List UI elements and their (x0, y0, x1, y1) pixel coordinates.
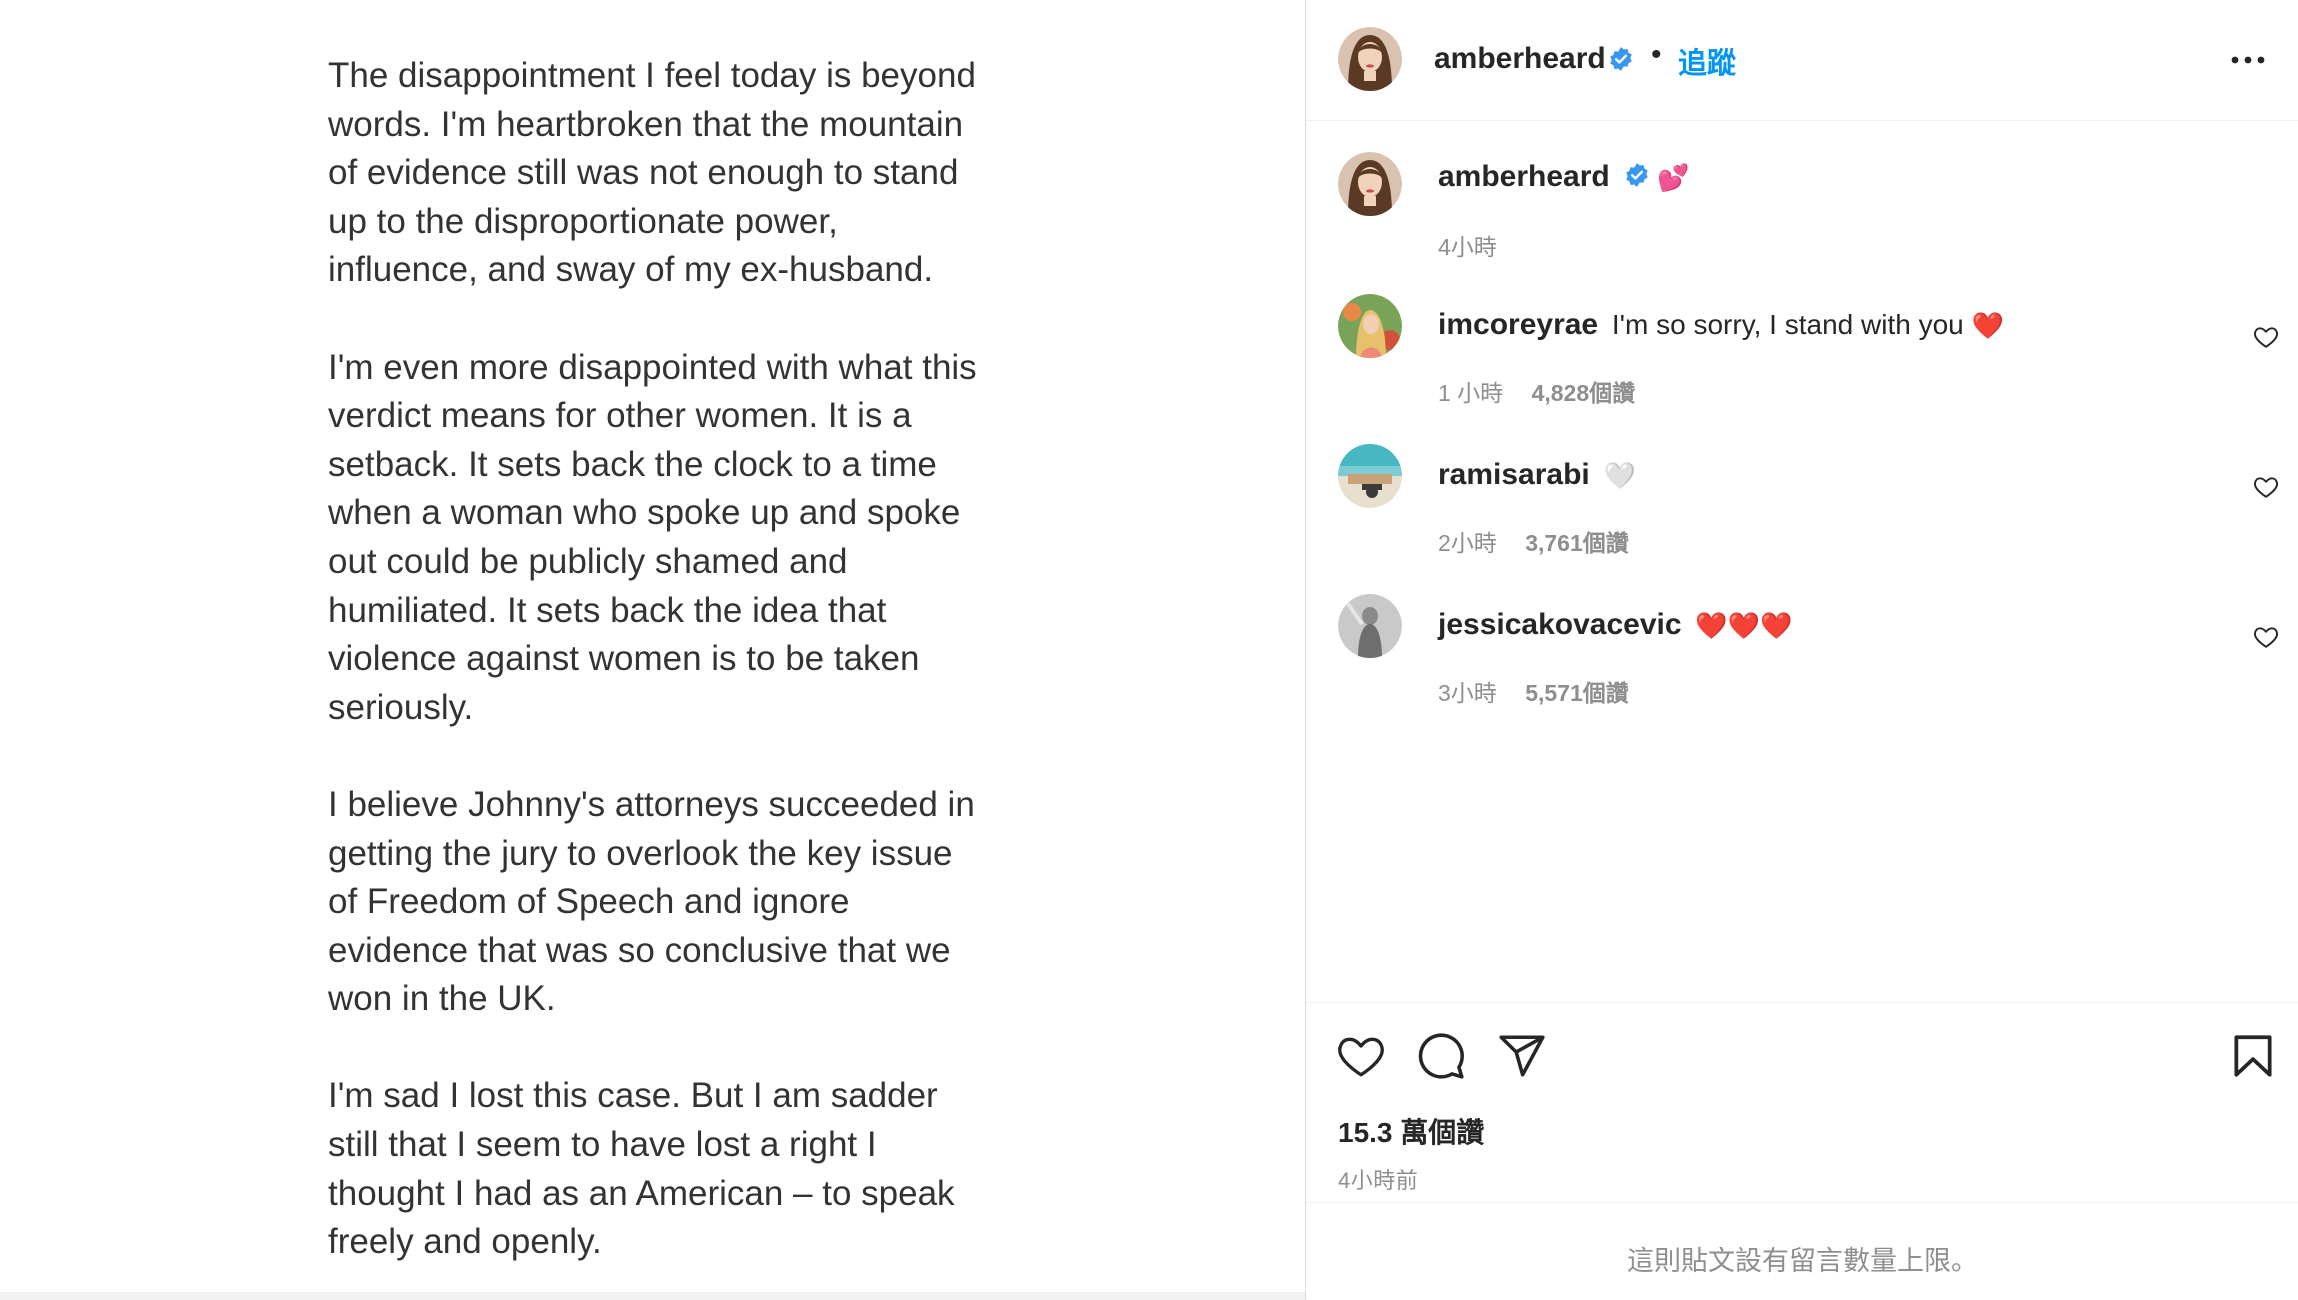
bookmark-icon[interactable] (2228, 1031, 2278, 1081)
comment-username[interactable]: imcoreyrae (1438, 308, 1598, 341)
comment-emoji: 🤍 (1603, 461, 1636, 492)
commenter-avatar[interactable] (1338, 294, 1402, 358)
heart-icon[interactable] (2253, 624, 2279, 650)
commenter-avatar[interactable] (1338, 444, 1402, 508)
comment-username[interactable]: ramisarabi (1438, 458, 1590, 491)
share-icon[interactable] (1497, 1031, 1547, 1081)
heart-icon[interactable] (1336, 1031, 1386, 1081)
comment-meta: 3小時 5,571個讚 (1438, 674, 1629, 708)
action-bar: 15.3 萬個讚 4小時前 (1306, 1002, 2298, 1202)
post-side-panel: amberheard • 追蹤 amberheard 💕 4小時 imcorey… (1305, 0, 2298, 1300)
comment-limit-bar: 這則貼文設有留言數量上限。 (1306, 1202, 2298, 1300)
comment-likes[interactable]: 4,828個讚 (1532, 380, 1636, 406)
comment-text: imcoreyrae I'm so sorry, I stand with yo… (1438, 308, 2004, 342)
verified-badge-icon (1608, 46, 1634, 77)
commenter-avatar[interactable] (1338, 594, 1402, 658)
statement-paragraph-4: I'm sad I lost this case. But I am sadde… (328, 1076, 955, 1262)
comment-likes[interactable]: 3,761個讚 (1525, 530, 1629, 556)
caption-emoji: 💕 (1657, 163, 1690, 194)
post-time[interactable]: 4小時前 (1338, 1163, 1418, 1195)
comment-emoji: ❤️ (1971, 311, 2004, 342)
comment-time[interactable]: 1 小時 (1438, 380, 1503, 406)
comment-item: imcoreyrae I'm so sorry, I stand with yo… (1306, 294, 2298, 406)
post-header: amberheard • 追蹤 (1306, 0, 2298, 121)
comment-body: I'm so sorry, I stand with you (1611, 309, 1964, 340)
comment-time[interactable]: 2小時 (1438, 530, 1497, 556)
statement-text: The disappointment I feel today is beyon… (328, 52, 1028, 1300)
author-avatar[interactable] (1338, 27, 1402, 91)
caption: amberheard 💕 4小時 (1306, 152, 2298, 272)
comment-item: jessicakovacevic ❤️❤️❤️ 3小時 5,571個讚 (1306, 594, 2298, 706)
comment-item: ramisarabi 🤍 2小時 3,761個讚 (1306, 444, 2298, 556)
comment-text: jessicakovacevic ❤️❤️❤️ (1438, 608, 1792, 642)
comment-icon[interactable] (1416, 1031, 1466, 1081)
caption-meta: 4小時 (1438, 228, 1497, 262)
statement-paragraph-3: I believe Johnny's attorneys succeeded i… (328, 784, 975, 1019)
caption-text: amberheard 💕 (1438, 160, 1690, 195)
comment-time[interactable]: 3小時 (1438, 680, 1497, 706)
heart-icon[interactable] (2253, 324, 2279, 350)
statement-paragraph-2: I'm even more disappointed with what thi… (328, 347, 977, 727)
image-bottom-edge (0, 1292, 1305, 1300)
caption-username[interactable]: amberheard (1438, 160, 1610, 193)
header-separator: • (1651, 38, 1662, 71)
comments-list[interactable]: amberheard 💕 4小時 imcoreyrae I'm so sorry… (1306, 122, 2298, 1002)
post-image: The disappointment I feel today is beyon… (0, 0, 1305, 1300)
statement-paragraph-1: The disappointment I feel today is beyon… (328, 56, 976, 290)
author-username[interactable]: amberheard (1434, 42, 1606, 76)
comment-meta: 2小時 3,761個讚 (1438, 524, 1629, 558)
comment-emoji: ❤️❤️❤️ (1695, 611, 1793, 642)
author-avatar[interactable] (1338, 152, 1402, 216)
heart-icon[interactable] (2253, 474, 2279, 500)
comment-limit-notice: 這則貼文設有留言數量上限。 (1627, 1246, 1978, 1276)
comment-meta: 1 小時 4,828個讚 (1438, 374, 1635, 408)
more-options-icon[interactable] (2231, 56, 2265, 64)
comment-likes[interactable]: 5,571個讚 (1525, 680, 1629, 706)
likes-total[interactable]: 15.3 萬個讚 (1338, 1111, 1484, 1151)
comment-username[interactable]: jessicakovacevic (1438, 608, 1682, 641)
comment-text: ramisarabi 🤍 (1438, 458, 1636, 492)
caption-time[interactable]: 4小時 (1438, 234, 1497, 260)
follow-button[interactable]: 追蹤 (1678, 40, 1736, 82)
verified-badge-icon (1624, 162, 1650, 195)
